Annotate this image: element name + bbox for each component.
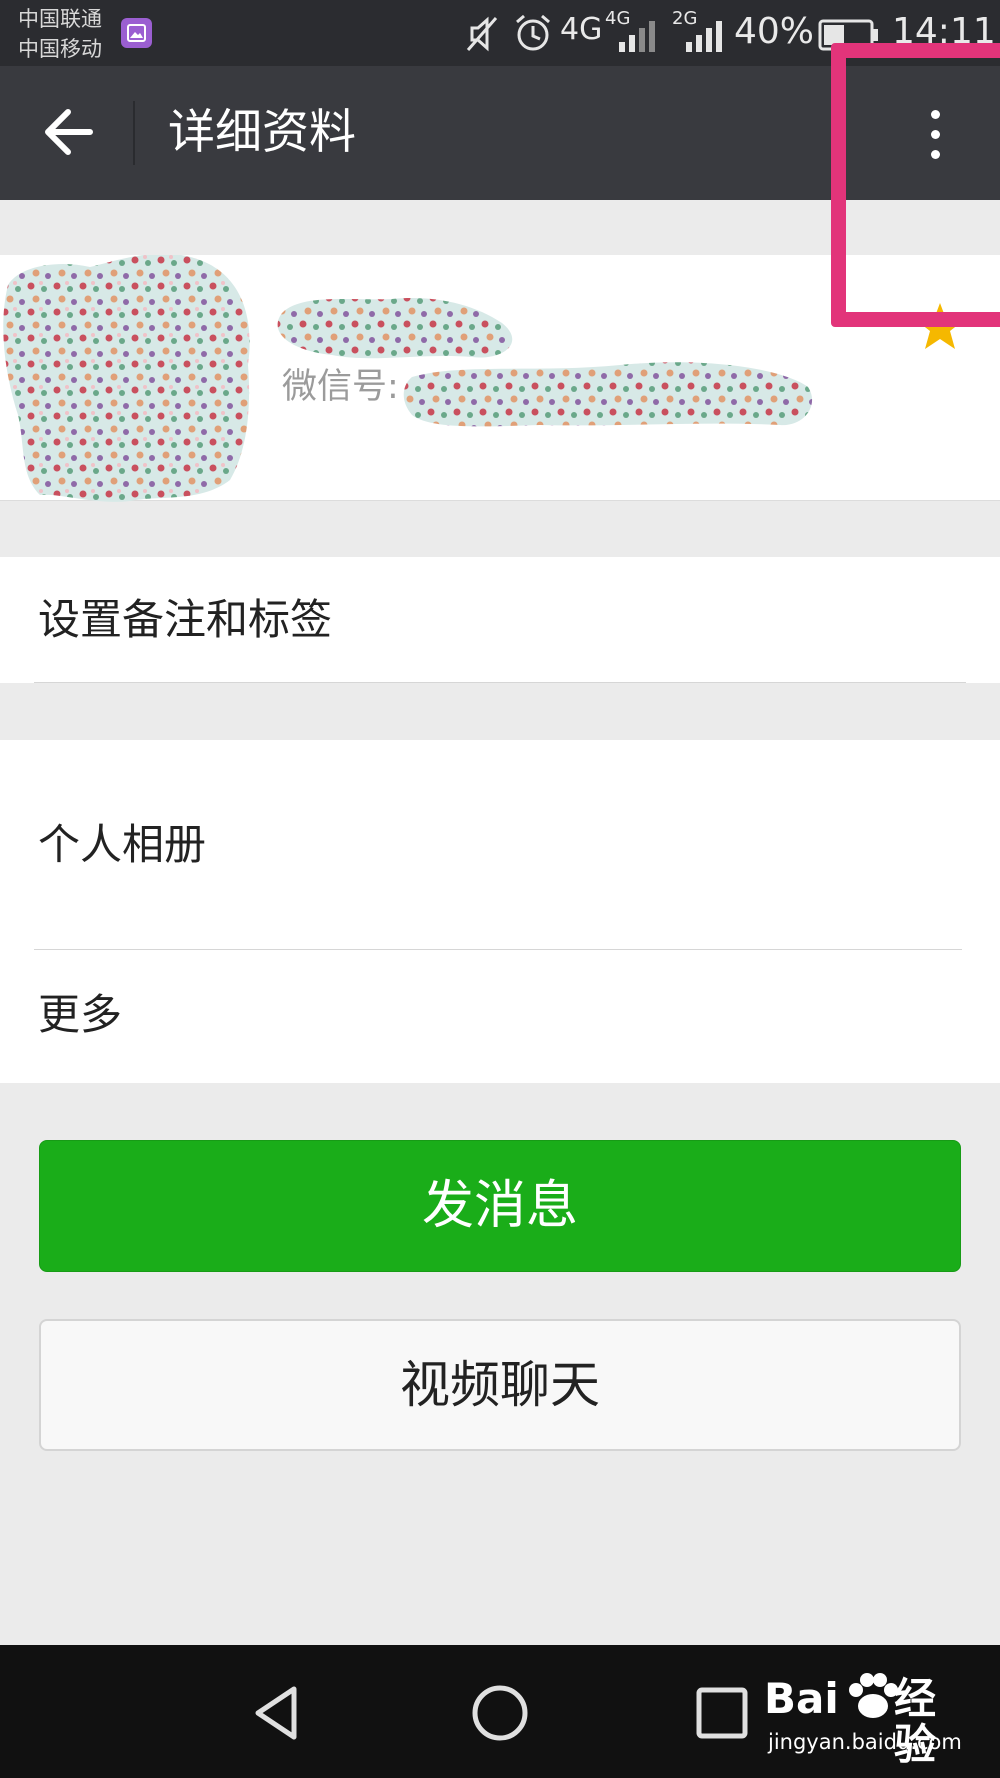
alarm-icon bbox=[516, 14, 550, 51]
remark-and-tags-row[interactable]: 设置备注和标签 bbox=[0, 557, 1000, 683]
battery-percent: 40% bbox=[734, 11, 815, 52]
page-title: 详细资料 bbox=[168, 105, 356, 160]
wechat-id-label: 微信号: bbox=[282, 367, 399, 407]
nav-recents-button[interactable] bbox=[690, 1681, 754, 1745]
profile-links-group: 个人相册 更多 bbox=[0, 740, 1000, 1083]
watermark-url: jingyan.baidu.com bbox=[768, 1730, 962, 1754]
video-chat-button[interactable]: 视频聊天 bbox=[39, 1319, 961, 1451]
carrier-label-1: 中国联通 bbox=[18, 7, 102, 31]
baidu-watermark: Bai 经验 jingyan.baidu.com bbox=[764, 1672, 964, 1768]
signal-icon-2 bbox=[686, 21, 722, 52]
watermark-brand-cn: 经验 bbox=[894, 1674, 937, 1769]
nav-home-button[interactable] bbox=[468, 1681, 532, 1745]
watermark-brand: Bai bbox=[764, 1674, 839, 1723]
mute-icon bbox=[466, 16, 498, 52]
appbar-divider bbox=[133, 101, 135, 165]
highlight-annotation-box bbox=[831, 43, 1000, 327]
nav-back-button[interactable] bbox=[246, 1681, 310, 1745]
more-label: 更多 bbox=[38, 990, 123, 1039]
gallery-icon bbox=[121, 18, 152, 48]
network-4g-label: 4G bbox=[560, 12, 603, 47]
personal-album-label: 个人相册 bbox=[38, 820, 207, 869]
more-row[interactable]: 更多 bbox=[0, 950, 1000, 1083]
send-message-button[interactable]: 发消息 bbox=[39, 1140, 961, 1272]
back-button[interactable] bbox=[28, 98, 108, 168]
paw-icon bbox=[849, 1673, 898, 1718]
arrow-left-icon bbox=[45, 109, 93, 155]
signal-icon bbox=[619, 21, 655, 52]
divider bbox=[34, 682, 966, 683]
carrier-label-2: 中国移动 bbox=[18, 37, 102, 61]
remark-and-tags-label: 设置备注和标签 bbox=[38, 595, 333, 644]
wechat-id-redacted bbox=[403, 362, 813, 427]
avatar bbox=[3, 255, 250, 502]
system-nav-bar: Bai 经验 jingyan.baidu.com bbox=[0, 1645, 1000, 1778]
personal-album-row[interactable]: 个人相册 bbox=[0, 740, 1000, 950]
nickname-redacted bbox=[277, 298, 513, 359]
